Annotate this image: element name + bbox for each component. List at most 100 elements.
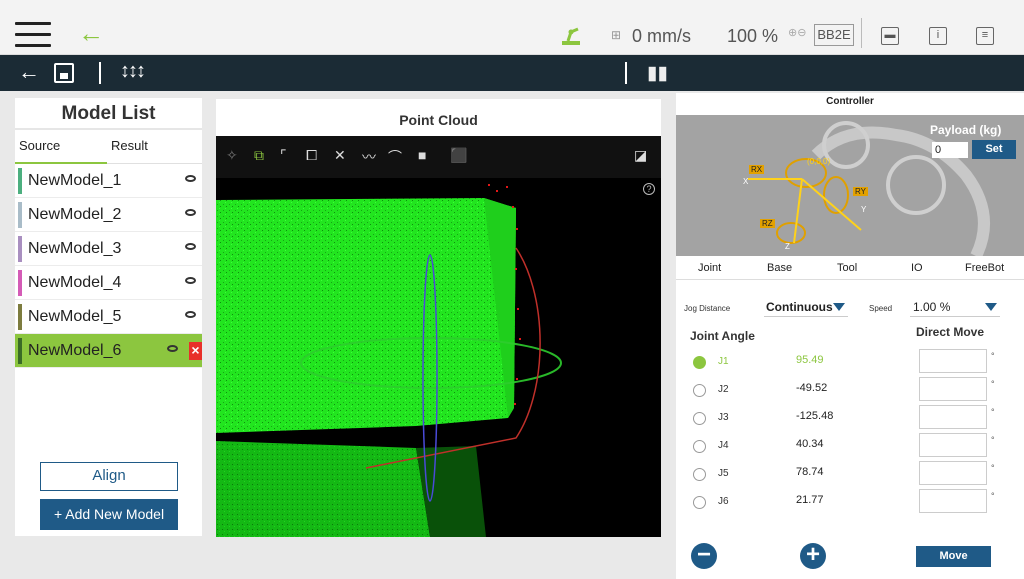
payload-label: Payload (kg) <box>930 123 1002 137</box>
nav-back-icon[interactable]: ← <box>18 59 40 85</box>
curve-icon[interactable]: ⌒ <box>388 147 402 167</box>
joint-value: -49.52 <box>796 382 828 394</box>
degree-unit: ° <box>991 379 995 389</box>
point-cloud-panel: Point Cloud ✧ ⧉ ⌜ ⧠ ✕ 〰 ⌒ ■ ⬛ ◪ ? <box>216 99 661 537</box>
model-name: NewModel_2 <box>28 206 122 223</box>
joint-radio[interactable] <box>693 384 706 397</box>
model-item-selected[interactable]: NewModel_6 × <box>15 334 202 368</box>
joint-row: J5 78.74 ° <box>676 461 1024 489</box>
save-icon[interactable] <box>54 63 74 83</box>
plus-icon[interactable]: + <box>800 543 826 569</box>
select-box-icon[interactable]: ⧉ <box>254 147 264 164</box>
back-arrow-icon[interactable]: ← <box>78 20 104 46</box>
visibility-eye-icon[interactable] <box>185 277 196 284</box>
jog-distance-value: Continuous <box>766 300 833 314</box>
robot-id-badge[interactable]: BB2E <box>814 24 854 46</box>
joint-value: 95.49 <box>796 354 824 366</box>
tab-source[interactable]: Source <box>19 138 60 153</box>
rx-label[interactable]: RX <box>749 165 765 174</box>
tab-joint[interactable]: Joint <box>698 262 721 274</box>
visibility-eye-icon[interactable] <box>185 209 196 216</box>
direct-move-input[interactable] <box>919 433 987 457</box>
hamburger-menu-icon[interactable] <box>15 22 51 55</box>
jog-distance-label: Jog Distance <box>684 304 731 313</box>
joint-value: -125.48 <box>796 410 834 422</box>
point-size-icon[interactable]: ■ <box>418 147 426 163</box>
visibility-eye-icon[interactable] <box>167 345 178 352</box>
joint-row: J3 -125.48 ° <box>676 405 1024 433</box>
speed-percent[interactable]: 100 % <box>727 26 778 47</box>
tab-result[interactable]: Result <box>111 138 148 153</box>
speed-readout: 0 mm/s <box>632 26 692 46</box>
model-item[interactable]: NewModel_4 <box>15 266 202 300</box>
copy-icon[interactable]: ⧠ <box>306 147 317 164</box>
joint-radio[interactable] <box>693 468 706 481</box>
degree-unit: ° <box>991 351 995 361</box>
controller-panel: Controller RX RY RZ (0,0,0) X Y Z Payloa… <box>676 93 1024 579</box>
model-list-tabs: Source Result <box>15 130 202 164</box>
smooth-icon[interactable]: 〰 <box>362 147 376 167</box>
model-name: NewModel_4 <box>28 274 122 291</box>
rz-label[interactable]: RZ <box>760 219 775 228</box>
model-name: NewModel_6 <box>28 342 122 359</box>
divider <box>99 62 101 84</box>
speed-select[interactable]: 1.00 % <box>910 298 1000 317</box>
model-item[interactable]: NewModel_3 <box>15 232 202 266</box>
nav-bar: ← ↕↕↕ ▮▮ <box>0 55 1024 91</box>
direct-move-input[interactable] <box>919 489 987 513</box>
settings-sliders-icon[interactable]: ↕↕↕ <box>120 60 146 83</box>
visibility-eye-icon[interactable] <box>185 175 196 182</box>
payload-input[interactable]: 0 <box>932 142 968 158</box>
model-item[interactable]: NewModel_2 <box>15 198 202 232</box>
move-button[interactable]: Move <box>916 546 991 567</box>
direct-move-input[interactable] <box>919 349 987 373</box>
tab-freebot[interactable]: FreeBot <box>965 262 1004 274</box>
delete-points-icon[interactable]: ✕ <box>334 147 346 164</box>
visibility-eye-icon[interactable] <box>185 243 196 250</box>
model-item[interactable]: NewModel_1 <box>15 164 202 198</box>
model-item[interactable]: NewModel_5 <box>15 300 202 334</box>
book-icon[interactable]: ▮▮ <box>647 62 668 85</box>
joint-radio[interactable] <box>693 356 706 369</box>
set-payload-button[interactable]: Set <box>972 140 1016 159</box>
camera-view-icon[interactable]: ◪ <box>634 147 647 164</box>
align-button[interactable]: Align <box>40 462 178 491</box>
z-axis-label: Z <box>785 242 790 251</box>
delete-icon[interactable]: × <box>189 342 202 360</box>
jog-distance-select[interactable]: Continuous <box>764 298 848 317</box>
tab-tool[interactable]: Tool <box>837 262 857 274</box>
speed-label: Speed <box>869 304 893 313</box>
align-tool-icon[interactable]: ✧ <box>226 147 238 164</box>
tab-io[interactable]: IO <box>911 262 923 274</box>
model-color-bar <box>18 168 22 194</box>
joint-name: J1 <box>718 356 729 367</box>
robot-arm-icon[interactable] <box>560 24 582 46</box>
joint-name: J4 <box>718 440 729 451</box>
ry-label[interactable]: RY <box>853 187 868 196</box>
robot-jog-diagram[interactable]: RX RY RZ (0,0,0) X Y Z Payload (kg) 0 Se… <box>676 115 1024 256</box>
help-icon[interactable]: ? <box>643 183 655 195</box>
add-new-model-button[interactable]: + Add New Model <box>40 499 178 530</box>
model-color-bar <box>18 338 22 364</box>
joint-radio[interactable] <box>693 496 706 509</box>
joint-row: J6 21.77 ° <box>676 489 1024 517</box>
crop-icon[interactable]: ⌜ <box>280 147 287 164</box>
joint-name: J3 <box>718 412 729 423</box>
direct-move-input[interactable] <box>919 461 987 485</box>
point-cloud-viewport[interactable]: ? <box>216 178 661 537</box>
cube-view-icon[interactable]: ⬛ <box>450 147 467 164</box>
direct-move-heading: Direct Move <box>916 325 985 339</box>
tab-base[interactable]: Base <box>767 262 792 274</box>
joint-radio[interactable] <box>693 412 706 425</box>
visibility-eye-icon[interactable] <box>185 311 196 318</box>
log-icon[interactable]: ≡ <box>976 27 994 45</box>
minus-icon[interactable]: − <box>691 543 717 569</box>
window-icon[interactable]: ▬ <box>881 27 899 45</box>
x-axis-label: X <box>743 177 749 186</box>
direct-move-input[interactable] <box>919 377 987 401</box>
info-icon[interactable]: i <box>929 27 947 45</box>
speed-value: 1.00 % <box>913 300 951 314</box>
joint-radio[interactable] <box>693 440 706 453</box>
direct-move-input[interactable] <box>919 405 987 429</box>
joint-name: J2 <box>718 384 729 395</box>
